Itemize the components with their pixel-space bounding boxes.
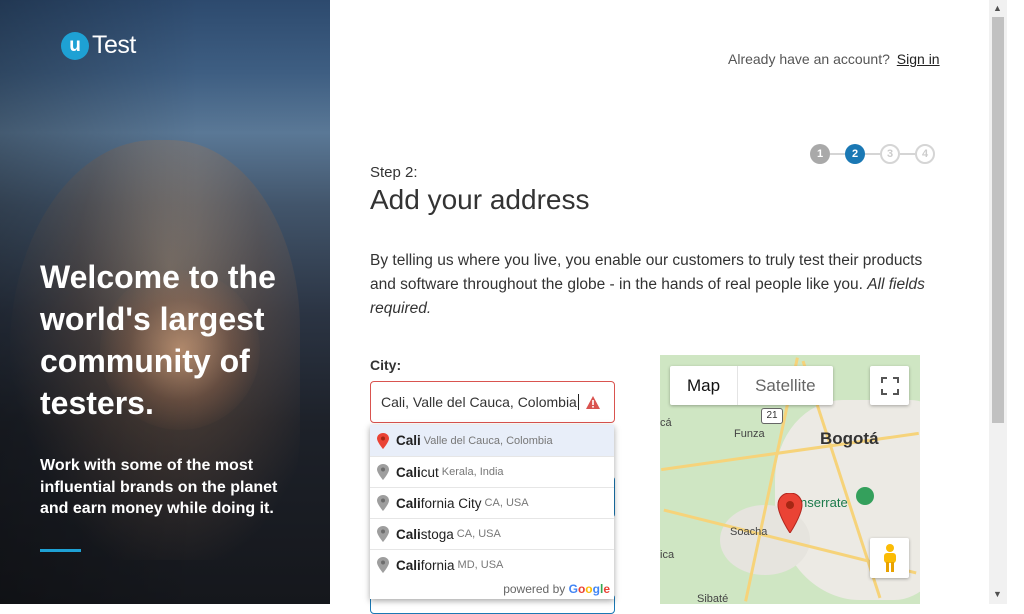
powered-by-google: powered by Google bbox=[503, 582, 610, 596]
step-4: 4 bbox=[915, 144, 935, 164]
suggestion-main: Calicut bbox=[396, 464, 439, 480]
suggestion-item[interactable]: Cali Valle del Cauca, Colombia bbox=[370, 425, 614, 456]
scroll-down-arrow-icon[interactable]: ▼ bbox=[993, 589, 1002, 599]
step-connector bbox=[830, 153, 845, 155]
step-connector bbox=[865, 153, 880, 155]
page-title: Add your address bbox=[370, 184, 590, 215]
map-tab-satellite[interactable]: Satellite bbox=[737, 366, 832, 405]
map-park-label: nserrate bbox=[800, 495, 848, 510]
map-pin-icon bbox=[377, 432, 389, 449]
description-text: By telling us where you live, you enable… bbox=[370, 252, 923, 293]
suggestion-secondary: Valle del Cauca, Colombia bbox=[423, 434, 553, 447]
logo-mark: u bbox=[61, 31, 89, 60]
map-tab-map[interactable]: Map bbox=[670, 366, 737, 405]
map-label: Funza bbox=[734, 428, 765, 440]
form-description: By telling us where you live, you enable… bbox=[370, 249, 950, 321]
step-connector bbox=[900, 153, 915, 155]
fullscreen-button[interactable] bbox=[870, 366, 909, 405]
fullscreen-icon bbox=[880, 376, 899, 395]
map-type-control: Map Satellite bbox=[670, 366, 833, 405]
street-view-button[interactable] bbox=[870, 538, 909, 578]
signin-link[interactable]: Sign in bbox=[897, 51, 940, 67]
location-map[interactable]: 21 cá Funza Soacha Sibaté ica Bogotá nse… bbox=[660, 355, 920, 604]
city-input-value: Cali, Valle del Cauca, Colombia bbox=[381, 394, 577, 410]
scroll-up-arrow-icon[interactable]: ▲ bbox=[993, 3, 1002, 13]
suggestion-item[interactable]: California City CA, USA bbox=[370, 487, 614, 518]
step-label: Step 2: bbox=[370, 164, 418, 181]
suggestion-main: California bbox=[396, 557, 455, 573]
suggestion-item[interactable]: California MD, USA bbox=[370, 549, 614, 580]
suggestion-secondary: CA, USA bbox=[456, 528, 501, 540]
map-marker-icon[interactable] bbox=[777, 493, 803, 533]
park-icon bbox=[856, 487, 874, 505]
suggestion-secondary: MD, USA bbox=[457, 559, 504, 571]
page-scrollbar[interactable]: ▲ ▼ bbox=[989, 0, 1007, 604]
signin-prompt: Already have an account? Sign in bbox=[728, 51, 940, 67]
map-label: Sibaté bbox=[697, 593, 729, 604]
map-label: cá bbox=[660, 417, 672, 429]
suggestion-main: Cali bbox=[396, 433, 421, 448]
step-2: 2 bbox=[845, 144, 865, 164]
text-caret bbox=[577, 394, 579, 410]
step-1: 1 bbox=[810, 144, 830, 164]
hero-headline: Welcome to the world's largest community… bbox=[40, 259, 276, 421]
suggestion-item[interactable]: Calicut Kerala, India bbox=[370, 456, 614, 487]
pegman-icon bbox=[883, 544, 896, 572]
map-label: ica bbox=[660, 549, 675, 561]
city-suggestions: Cali Valle del Cauca, Colombia Calicut K… bbox=[370, 425, 614, 599]
google-logo: Google bbox=[568, 582, 610, 596]
map-pin-icon bbox=[377, 495, 389, 511]
suggestion-item[interactable]: Calistoga CA, USA bbox=[370, 518, 614, 549]
powered-by-text: powered by bbox=[503, 582, 566, 596]
hero-panel: u Test Welcome to the world's largest co… bbox=[0, 0, 330, 604]
map-city-label: Bogotá bbox=[820, 429, 879, 448]
utest-logo[interactable]: u Test bbox=[61, 31, 136, 60]
suggestion-secondary: Kerala, India bbox=[441, 466, 504, 478]
map-pin-icon bbox=[377, 526, 389, 542]
suggestion-main: California City bbox=[396, 495, 482, 511]
map-label: Soacha bbox=[730, 526, 768, 538]
step-indicator: 1 2 3 4 bbox=[810, 144, 935, 164]
suggestion-secondary: CA, USA bbox=[484, 497, 529, 509]
warning-icon bbox=[586, 396, 600, 409]
step-3: 3 bbox=[880, 144, 900, 164]
logo-text: Test bbox=[92, 31, 136, 59]
hero-accent-bar bbox=[40, 549, 81, 552]
account-prompt-text: Already have an account? bbox=[728, 51, 890, 67]
map-pin-icon bbox=[377, 464, 389, 480]
road-shield: 21 bbox=[761, 408, 783, 424]
map-pin-icon bbox=[377, 557, 389, 573]
city-label: City: bbox=[370, 357, 402, 373]
suggestion-main: Calistoga bbox=[396, 526, 454, 542]
scrollbar-thumb[interactable] bbox=[992, 17, 1004, 423]
hero-subtext: Work with some of the most influential b… bbox=[40, 457, 278, 517]
city-input[interactable]: Cali, Valle del Cauca, Colombia bbox=[370, 381, 615, 423]
